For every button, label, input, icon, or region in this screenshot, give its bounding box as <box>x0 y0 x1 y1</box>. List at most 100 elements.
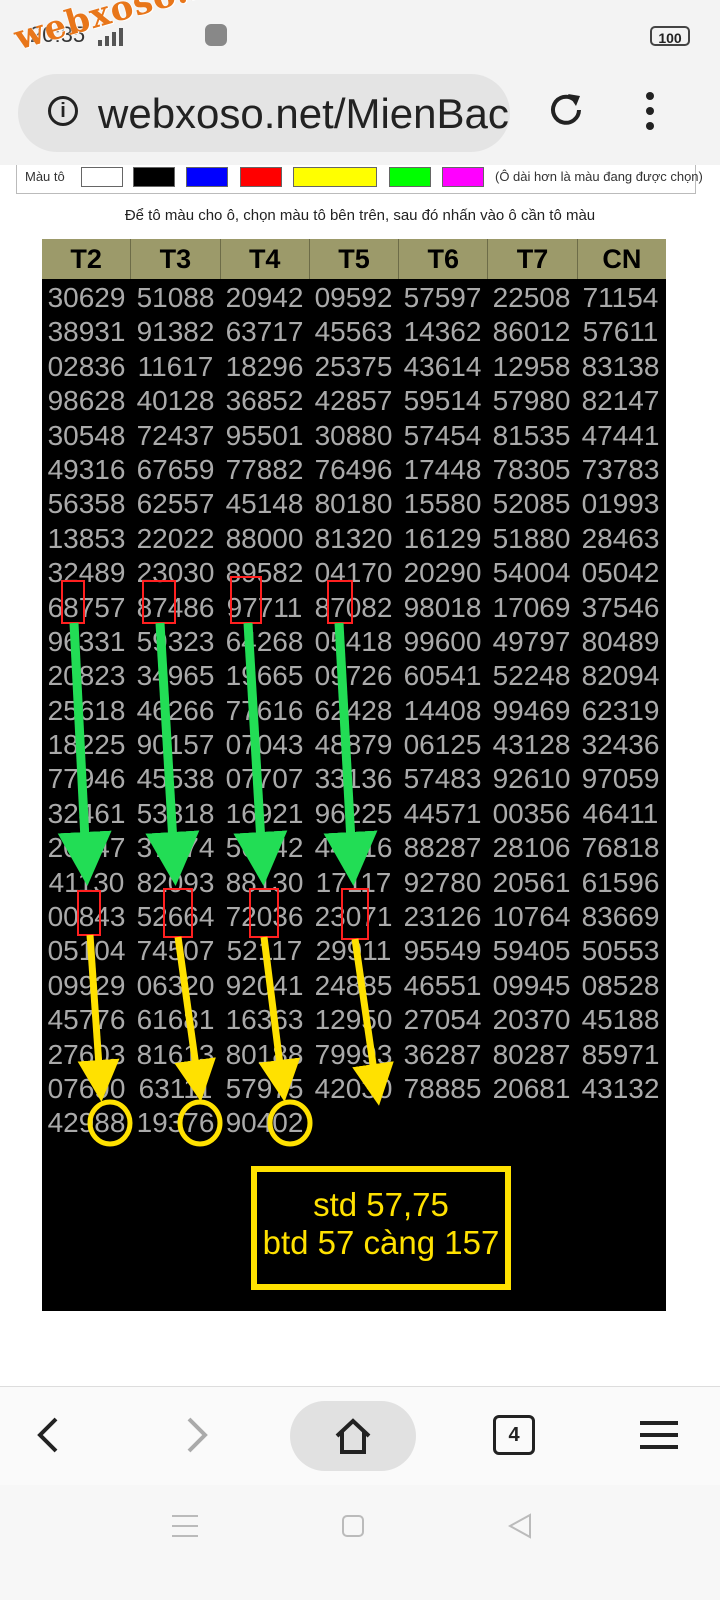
swatch-white[interactable] <box>81 167 123 187</box>
forward-arrow-icon[interactable] <box>175 1415 215 1455</box>
number-cell[interactable]: 85971 <box>576 1038 665 1072</box>
number-cell[interactable]: 53818 <box>131 797 220 831</box>
number-cell[interactable]: 56342 <box>220 831 309 865</box>
tabs-button[interactable]: 4 <box>493 1415 535 1455</box>
number-cell[interactable]: 80489 <box>576 625 665 659</box>
number-cell[interactable]: 74507 <box>131 934 220 968</box>
swatch-magenta[interactable] <box>442 167 484 187</box>
number-cell[interactable]: 72036 <box>220 900 309 934</box>
number-cell[interactable]: 73783 <box>576 453 665 487</box>
number-cell[interactable]: 62428 <box>309 694 398 728</box>
number-cell[interactable]: 04170 <box>309 556 398 590</box>
number-cell[interactable]: 50553 <box>576 934 665 968</box>
number-cell[interactable]: 87486 <box>131 591 220 625</box>
number-cell[interactable]: 28463 <box>576 522 665 556</box>
number-cell[interactable]: 45776 <box>42 1003 131 1037</box>
number-cell[interactable]: 16363 <box>220 1003 309 1037</box>
number-cell[interactable]: 57611 <box>576 315 665 349</box>
number-cell[interactable]: 42857 <box>309 384 398 418</box>
number-cell[interactable]: 46266 <box>131 694 220 728</box>
number-cell[interactable]: 12950 <box>309 1003 398 1037</box>
number-cell[interactable]: 20561 <box>487 866 576 900</box>
number-cell[interactable]: 23071 <box>309 900 398 934</box>
number-cell[interactable]: 16921 <box>220 797 309 831</box>
home-nav-icon[interactable] <box>341 1514 365 1538</box>
hamburger-menu-icon[interactable] <box>640 1421 678 1449</box>
number-cell[interactable]: 46551 <box>398 969 487 1003</box>
number-cell[interactable] <box>487 1106 576 1140</box>
number-cell[interactable]: 02836 <box>42 350 131 384</box>
number-cell[interactable]: 81320 <box>309 522 398 556</box>
number-cell[interactable]: 82094 <box>576 659 665 693</box>
number-cell[interactable]: 43614 <box>398 350 487 384</box>
number-cell[interactable]: 36852 <box>220 384 309 418</box>
number-cell[interactable]: 88000 <box>220 522 309 556</box>
number-cell[interactable]: 96331 <box>42 625 131 659</box>
number-cell[interactable]: 42988 <box>42 1106 131 1140</box>
number-cell[interactable]: 59514 <box>398 384 487 418</box>
number-cell[interactable]: 79993 <box>309 1038 398 1072</box>
number-cell[interactable]: 20370 <box>487 1003 576 1037</box>
number-cell[interactable]: 52664 <box>131 900 220 934</box>
number-cell[interactable]: 83669 <box>576 900 665 934</box>
number-cell[interactable]: 57975 <box>220 1072 309 1106</box>
number-cell[interactable]: 91382 <box>131 315 220 349</box>
number-cell[interactable]: 92780 <box>398 866 487 900</box>
number-cell[interactable]: 34965 <box>131 659 220 693</box>
number-cell[interactable]: 20147 <box>42 831 131 865</box>
number-cell[interactable]: 22022 <box>131 522 220 556</box>
number-cell[interactable]: 80180 <box>309 487 398 521</box>
swatch-blue[interactable] <box>186 167 228 187</box>
number-cell[interactable]: 14408 <box>398 694 487 728</box>
number-cell[interactable] <box>309 1106 398 1140</box>
number-cell[interactable]: 17069 <box>487 591 576 625</box>
number-cell[interactable]: 40128 <box>131 384 220 418</box>
number-cell[interactable]: 63717 <box>220 315 309 349</box>
number-cell[interactable]: 57454 <box>398 419 487 453</box>
number-cell[interactable]: 98628 <box>42 384 131 418</box>
number-cell[interactable]: 97059 <box>576 762 665 796</box>
number-cell[interactable]: 88287 <box>398 831 487 865</box>
number-cell[interactable]: 51088 <box>131 281 220 315</box>
number-cell[interactable]: 20290 <box>398 556 487 590</box>
number-cell[interactable]: 63111 <box>131 1072 220 1106</box>
number-cell[interactable]: 06125 <box>398 728 487 762</box>
number-cell[interactable]: 45538 <box>131 762 220 796</box>
more-options-icon[interactable] <box>640 88 660 134</box>
number-cell[interactable]: 76496 <box>309 453 398 487</box>
number-cell[interactable]: 52085 <box>487 487 576 521</box>
number-cell[interactable]: 81613 <box>131 1038 220 1072</box>
number-cell[interactable]: 19376 <box>131 1106 220 1140</box>
number-cell[interactable]: 42030 <box>309 1072 398 1106</box>
number-cell[interactable]: 08528 <box>576 969 665 1003</box>
number-cell[interactable]: 45188 <box>576 1003 665 1037</box>
number-cell[interactable]: 05042 <box>576 556 665 590</box>
number-cell[interactable]: 61596 <box>576 866 665 900</box>
number-cell[interactable]: 52248 <box>487 659 576 693</box>
number-cell[interactable]: 25618 <box>42 694 131 728</box>
number-cell[interactable]: 78885 <box>398 1072 487 1106</box>
number-cell[interactable]: 82147 <box>576 384 665 418</box>
number-cell[interactable]: 90157 <box>131 728 220 762</box>
url-text[interactable]: webxoso.net/MienBac <box>98 90 509 138</box>
number-cell[interactable]: 43132 <box>576 1072 665 1106</box>
number-cell[interactable]: 90402 <box>220 1106 309 1140</box>
number-cell[interactable]: 32461 <box>42 797 131 831</box>
number-cell[interactable]: 20823 <box>42 659 131 693</box>
recent-apps-icon[interactable] <box>172 1515 198 1537</box>
number-cell[interactable]: 99600 <box>398 625 487 659</box>
number-cell[interactable]: 18296 <box>220 350 309 384</box>
info-icon[interactable]: i <box>48 96 78 126</box>
number-cell[interactable]: 77616 <box>220 694 309 728</box>
number-cell[interactable]: 92610 <box>487 762 576 796</box>
number-cell[interactable]: 27603 <box>42 1038 131 1072</box>
number-cell[interactable]: 37374 <box>131 831 220 865</box>
number-cell[interactable]: 20681 <box>487 1072 576 1106</box>
number-cell[interactable]: 09726 <box>309 659 398 693</box>
reload-icon[interactable] <box>546 90 586 130</box>
number-cell[interactable]: 38931 <box>42 315 131 349</box>
number-cell[interactable]: 77882 <box>220 453 309 487</box>
swatch-yellow[interactable] <box>293 167 377 187</box>
number-cell[interactable]: 45148 <box>220 487 309 521</box>
number-cell[interactable]: 57980 <box>487 384 576 418</box>
